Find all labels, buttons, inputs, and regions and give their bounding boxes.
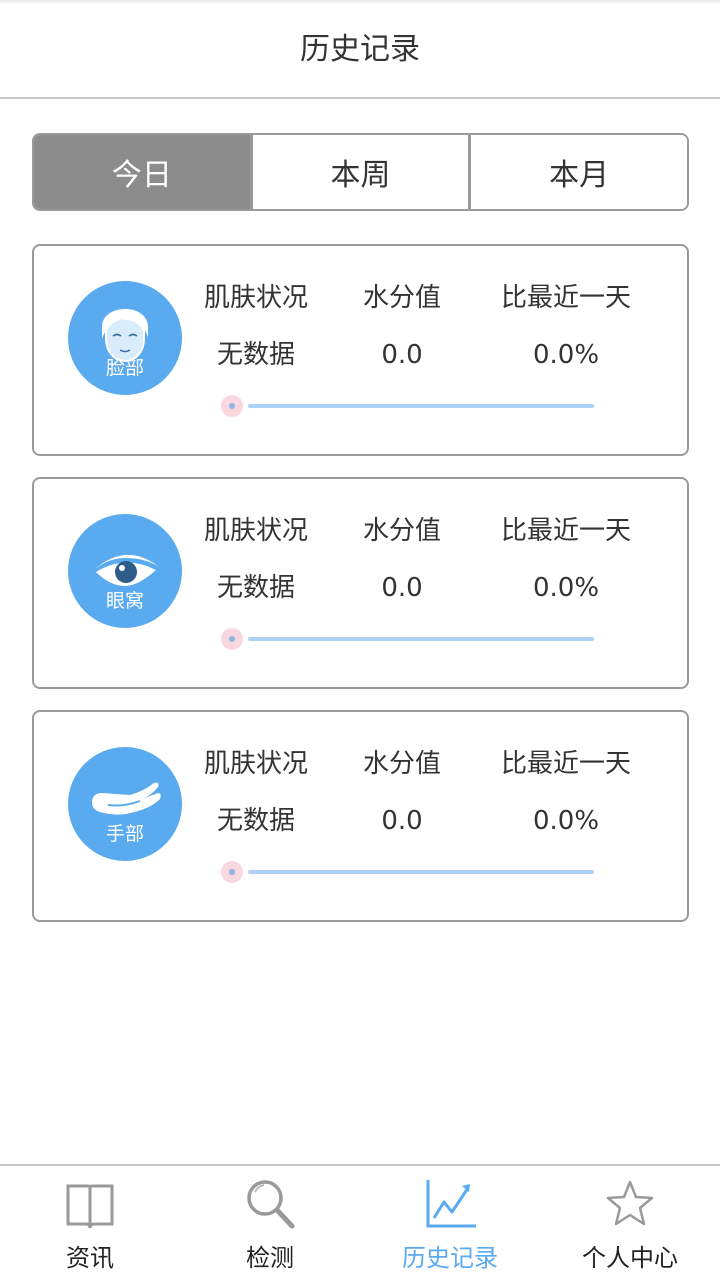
status-value: 无数据 [216, 573, 295, 603]
moisture-value: 0.0 [381, 340, 423, 370]
app-header: 历史记录 [0, 0, 720, 99]
magnifier-icon [247, 1180, 295, 1229]
eye-badge-label: 眼窝 [105, 590, 144, 612]
bottom-tab-bar: 资讯 检测 历史记录 个人中心 [0, 1164, 720, 1280]
page-title: 历史记录 [300, 32, 420, 67]
tab-news[interactable]: 资讯 [0, 1166, 180, 1280]
hand-record-card[interactable]: 手部 肌肤状况 水分值 比最近一天 无数据 0.0 0.0% [32, 710, 689, 922]
face-record-card[interactable]: 脸部 肌肤状况 水分值 比最近一天 无数据 0.0 0.0% [32, 244, 689, 456]
status-value: 无数据 [216, 806, 295, 836]
star-icon [606, 1180, 654, 1226]
compare-header: 比最近一天 [500, 516, 631, 546]
moisture-slider-track [248, 404, 594, 408]
book-icon [66, 1184, 114, 1229]
segment-week[interactable]: 本周 [249, 135, 469, 209]
segment-today[interactable]: 今日 [34, 135, 250, 209]
status-header: 肌肤状况 [203, 516, 308, 546]
face-badge: 脸部 [68, 281, 182, 395]
moisture-slider-thumb[interactable] [221, 395, 243, 417]
compare-value: 0.0% [532, 573, 600, 603]
status-bar-shade [0, 0, 720, 4]
tab-detect[interactable]: 检测 [180, 1166, 360, 1280]
status-header: 肌肤状况 [203, 749, 308, 779]
tab-news-label: 资讯 [66, 1244, 114, 1272]
compare-value: 0.0% [532, 806, 600, 836]
moisture-value: 0.0 [381, 573, 423, 603]
compare-header: 比最近一天 [500, 749, 631, 779]
chart-icon [426, 1180, 476, 1228]
moisture-slider-track [248, 870, 594, 874]
tab-detect-label: 检测 [246, 1244, 294, 1272]
hand-badge: 手部 [68, 747, 182, 861]
period-segmented-control: 今日 本周 本月 [32, 133, 689, 211]
moisture-value: 0.0 [381, 806, 423, 836]
moisture-slider-thumb[interactable] [221, 628, 243, 650]
moisture-header: 水分值 [362, 749, 441, 779]
status-value: 无数据 [216, 340, 295, 370]
moisture-header: 水分值 [362, 516, 441, 546]
tab-history[interactable]: 历史记录 [360, 1166, 540, 1280]
moisture-slider-track [248, 637, 594, 641]
tab-profile-label: 个人中心 [582, 1244, 678, 1272]
compare-value: 0.0% [532, 340, 600, 370]
compare-header: 比最近一天 [500, 283, 631, 313]
segment-month[interactable]: 本月 [468, 135, 687, 209]
eye-badge: 眼窝 [68, 514, 182, 628]
moisture-slider-thumb[interactable] [221, 861, 243, 883]
tab-history-label: 历史记录 [402, 1244, 498, 1272]
face-badge-label: 脸部 [105, 357, 144, 379]
status-header: 肌肤状况 [203, 283, 308, 313]
hand-badge-label: 手部 [105, 823, 144, 845]
tab-profile[interactable]: 个人中心 [540, 1166, 720, 1280]
moisture-header: 水分值 [362, 283, 441, 313]
eye-record-card[interactable]: 眼窝 肌肤状况 水分值 比最近一天 无数据 0.0 0.0% [32, 477, 689, 689]
